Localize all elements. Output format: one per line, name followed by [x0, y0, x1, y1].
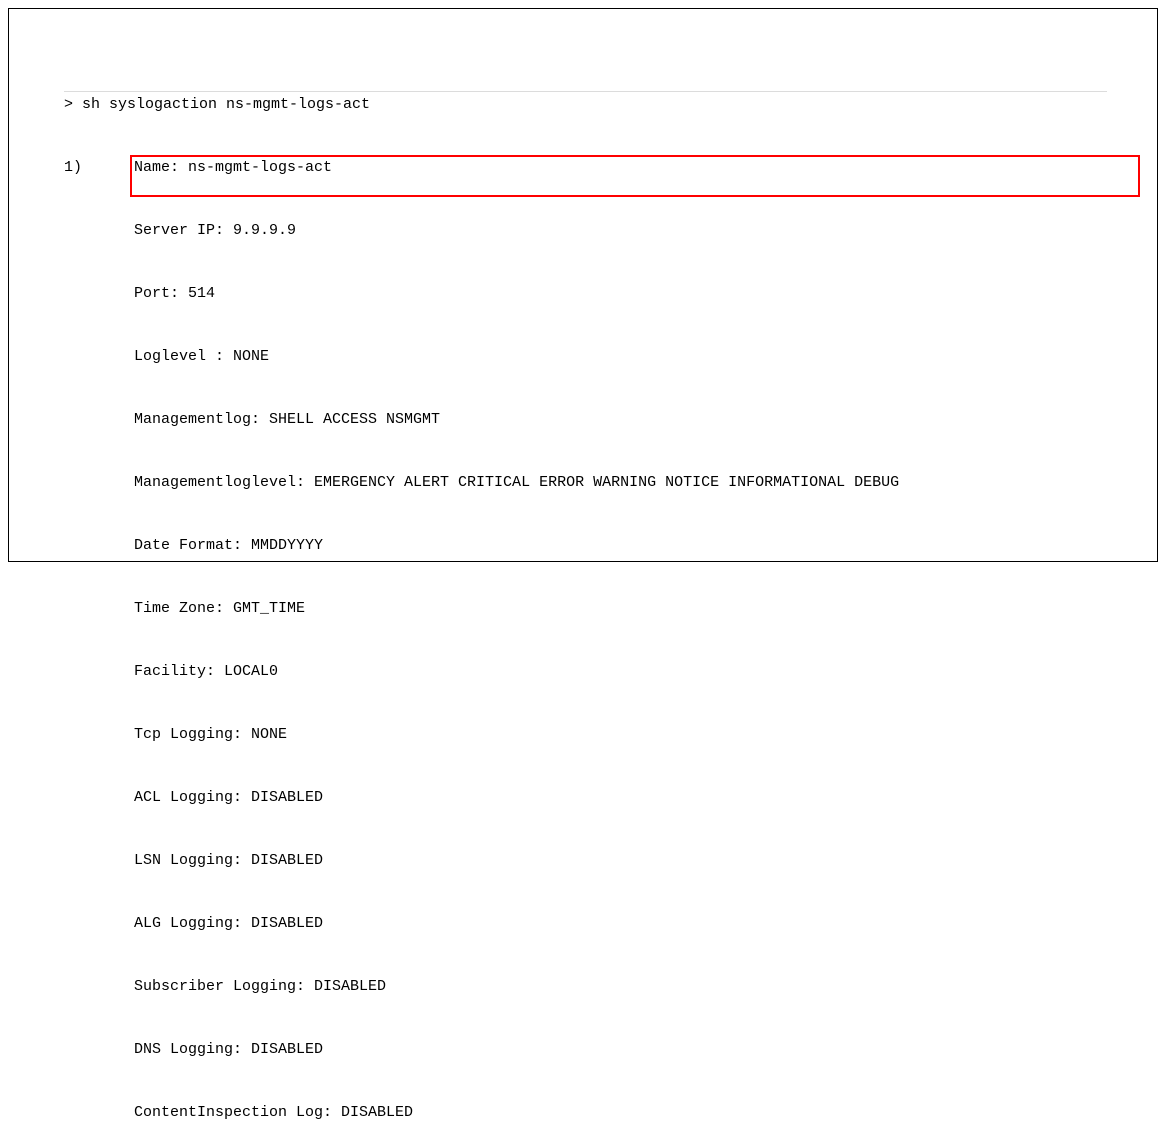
output-dns-logging: DNS Logging: DISABLED	[64, 1039, 1107, 1060]
output-managementlog: Managementlog: SHELL ACCESS NSMGMT	[64, 409, 1107, 430]
output-time-zone: Time Zone: GMT_TIME	[64, 598, 1107, 619]
output-facility: Facility: LOCAL0	[64, 661, 1107, 682]
output-content-inspection: ContentInspection Log: DISABLED	[64, 1102, 1107, 1123]
command-text: sh syslogaction ns-mgmt-logs-act	[82, 96, 370, 113]
output-alg-logging: ALG Logging: DISABLED	[64, 913, 1107, 934]
output-loglevel: Loglevel : NONE	[64, 346, 1107, 367]
output-date-format: Date Format: MMDDYYYY	[64, 535, 1107, 556]
output-subscriber-logging: Subscriber Logging: DISABLED	[64, 976, 1107, 997]
result-index: 1)	[64, 157, 134, 178]
output-server-ip: Server IP: 9.9.9.9	[64, 220, 1107, 241]
command-line: > sh syslogaction ns-mgmt-logs-act	[64, 91, 1107, 115]
output-lsn-logging: LSN Logging: DISABLED	[64, 850, 1107, 871]
output-port: Port: 514	[64, 283, 1107, 304]
output-managementloglevel: Managementloglevel: EMERGENCY ALERT CRIT…	[64, 472, 1107, 493]
output-name: Name: ns-mgmt-logs-act	[134, 157, 332, 178]
output-acl-logging: ACL Logging: DISABLED	[64, 787, 1107, 808]
terminal-frame: > sh syslogaction ns-mgmt-logs-act 1)Nam…	[8, 8, 1158, 562]
result-first-line: 1)Name: ns-mgmt-logs-act	[64, 157, 1107, 178]
terminal-output: > sh syslogaction ns-mgmt-logs-act 1)Nam…	[64, 49, 1107, 1140]
output-tcp-logging: Tcp Logging: NONE	[64, 724, 1107, 745]
prompt-symbol: >	[64, 96, 82, 113]
